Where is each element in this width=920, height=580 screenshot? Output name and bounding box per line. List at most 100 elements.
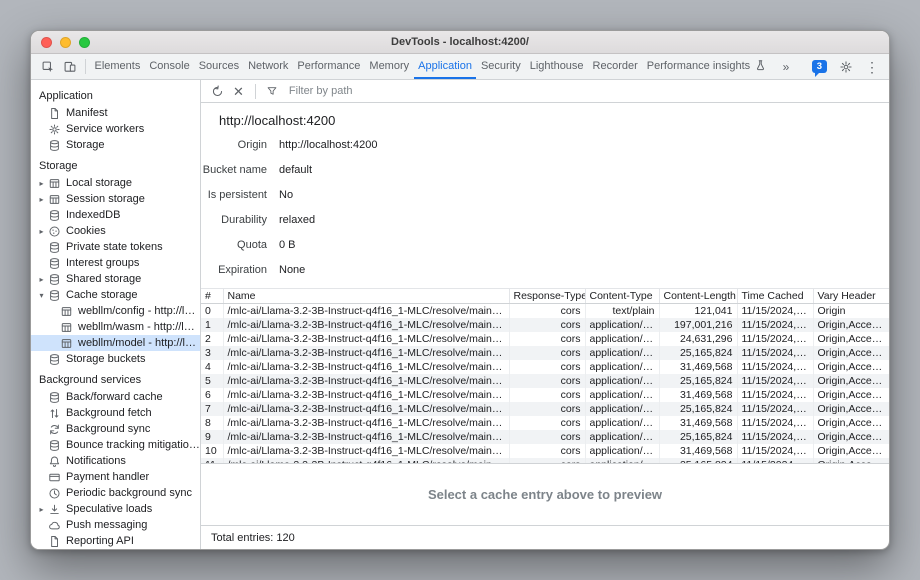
cell-name: /mlc-ai/Llama-3.2-3B-Instruct-q4f16_1-ML… [223, 374, 509, 388]
table-row[interactable]: 10/mlc-ai/Llama-3.2-3B-Instruct-q4f16_1-… [201, 444, 889, 458]
sidebar-item-service-workers[interactable]: Service workers [31, 121, 200, 137]
table-row[interactable]: 8/mlc-ai/Llama-3.2-3B-Instruct-q4f16_1-M… [201, 416, 889, 430]
sidebar-item-label: Private state tokens [66, 241, 163, 253]
cell-time-cached: 11/15/2024, 10… [737, 346, 813, 360]
tab-network[interactable]: Network [244, 54, 293, 79]
cell-content-type: application/oc… [585, 402, 659, 416]
sidebar-item-label: Local storage [66, 177, 132, 189]
clock-icon [47, 486, 62, 500]
tab-security[interactable]: Security [476, 54, 525, 79]
table-row[interactable]: 1/mlc-ai/Llama-3.2-3B-Instruct-q4f16_1-M… [201, 318, 889, 332]
settings-gear-icon[interactable] [837, 57, 855, 77]
table-row[interactable]: 9/mlc-ai/Llama-3.2-3B-Instruct-q4f16_1-M… [201, 430, 889, 444]
sidebar-item-background-sync[interactable]: Background sync [31, 421, 200, 437]
tab-lighthouse[interactable]: Lighthouse [525, 54, 588, 79]
column-header-content-type[interactable]: Content-Type [585, 289, 659, 304]
minimize-button[interactable] [60, 37, 71, 48]
table-row[interactable]: 6/mlc-ai/Llama-3.2-3B-Instruct-q4f16_1-M… [201, 388, 889, 402]
zoom-button[interactable] [79, 37, 90, 48]
cell-response-type: cors [509, 416, 585, 430]
column-header-name[interactable]: Name [223, 289, 509, 304]
tab-label: Recorder [593, 60, 638, 72]
sidebar-item-cookies[interactable]: ▸Cookies [31, 223, 200, 239]
chevron-right-icon[interactable]: ▸ [36, 195, 47, 204]
sidebar-item-periodic-background-sync[interactable]: Periodic background sync [31, 485, 200, 501]
kebab-menu-icon[interactable]: ⋮ [865, 60, 879, 74]
chevron-down-icon[interactable]: ▾ [36, 291, 47, 300]
filter-by-path-input[interactable] [289, 85, 469, 97]
cell-index: 3 [201, 346, 223, 360]
clear-icon[interactable]: ✕ [231, 85, 246, 98]
metadata-value: default [279, 164, 312, 176]
column-header-vary-header[interactable]: Vary Header [813, 289, 889, 304]
table-row[interactable]: 5/mlc-ai/Llama-3.2-3B-Instruct-q4f16_1-M… [201, 374, 889, 388]
sidebar-item-storage-buckets[interactable]: Storage buckets [31, 351, 200, 367]
sidebar-item-shared-storage[interactable]: ▸Shared storage [31, 271, 200, 287]
cell-response-type: cors [509, 444, 585, 458]
database-icon [47, 240, 62, 254]
inspect-icon[interactable] [37, 57, 59, 77]
tab-elements[interactable]: Elements [90, 54, 145, 79]
metadata-row-is-persistent: Is persistentNo [201, 182, 889, 207]
sidebar-item-reporting-api[interactable]: Reporting API [31, 533, 200, 549]
table-row[interactable]: 3/mlc-ai/Llama-3.2-3B-Instruct-q4f16_1-M… [201, 346, 889, 360]
cell-response-type: cors [509, 388, 585, 402]
tab-memory[interactable]: Memory [365, 54, 414, 79]
table-row[interactable]: 4/mlc-ai/Llama-3.2-3B-Instruct-q4f16_1-M… [201, 360, 889, 374]
device-toolbar-icon[interactable] [59, 57, 81, 77]
sidebar-item-push-messaging[interactable]: Push messaging [31, 517, 200, 533]
messages-badge[interactable]: 3 [812, 60, 827, 73]
sidebar-item-background-fetch[interactable]: Background fetch [31, 405, 200, 421]
chevron-right-icon[interactable]: ▸ [36, 179, 47, 188]
refresh-icon[interactable] [208, 81, 226, 101]
table-icon [47, 192, 62, 206]
sidebar-item-bounce-tracking-mitigations[interactable]: Bounce tracking mitigations [31, 437, 200, 453]
sidebar-item-indexeddb[interactable]: IndexedDB [31, 207, 200, 223]
column-header-content-length[interactable]: Content-Length [659, 289, 737, 304]
tab-application[interactable]: Application [414, 54, 477, 79]
cell-content-type: application/oc… [585, 388, 659, 402]
chevron-right-icon[interactable]: ▸ [36, 227, 47, 236]
table-row[interactable]: 7/mlc-ai/Llama-3.2-3B-Instruct-q4f16_1-M… [201, 402, 889, 416]
sidebar-item-notifications[interactable]: Notifications [31, 453, 200, 469]
sidebar-item-cache-storage[interactable]: ▾Cache storage [31, 287, 200, 303]
sidebar-item-webllm-model-http-loc[interactable]: webllm/model - http://loc… [31, 335, 200, 351]
devtools-tabbar: ElementsConsoleSourcesNetworkPerformance… [31, 54, 889, 80]
table-row[interactable]: 2/mlc-ai/Llama-3.2-3B-Instruct-q4f16_1-M… [201, 332, 889, 346]
table-row[interactable]: 0/mlc-ai/Llama-3.2-3B-Instruct-q4f16_1-M… [201, 304, 889, 318]
sidebar-item-label: Storage buckets [66, 353, 146, 365]
tab-sources[interactable]: Sources [194, 54, 243, 79]
sidebar-item-back-forward-cache[interactable]: Back/forward cache [31, 389, 200, 405]
sidebar-item-manifest[interactable]: Manifest [31, 105, 200, 121]
column-header-response-type[interactable]: Response-Type [509, 289, 585, 304]
payment-icon [47, 470, 62, 484]
sidebar-item-label: Background sync [66, 423, 150, 435]
chevron-right-icon[interactable]: ▸ [36, 505, 47, 514]
titlebar[interactable]: DevTools - localhost:4200/ [31, 31, 889, 54]
column-header-[interactable]: # [201, 289, 223, 304]
sidebar-item-storage[interactable]: Storage [31, 137, 200, 153]
sidebar-item-speculative-loads[interactable]: ▸Speculative loads [31, 501, 200, 517]
statusbar: Total entries: 120 [201, 525, 889, 549]
sidebar-item-private-state-tokens[interactable]: Private state tokens [31, 239, 200, 255]
more-tabs-icon[interactable]: » [777, 60, 796, 74]
close-button[interactable] [41, 37, 52, 48]
sidebar-item-interest-groups[interactable]: Interest groups [31, 255, 200, 271]
metadata-value: 0 B [279, 239, 296, 251]
cell-vary-header: Origin,Access… [813, 332, 889, 346]
column-header-time-cached[interactable]: Time Cached [737, 289, 813, 304]
cell-name: /mlc-ai/Llama-3.2-3B-Instruct-q4f16_1-ML… [223, 402, 509, 416]
chevron-right-icon[interactable]: ▸ [36, 275, 47, 284]
tab-performance-insights[interactable]: Performance insights [642, 54, 776, 79]
tab-console[interactable]: Console [145, 54, 194, 79]
sidebar-item-webllm-wasm-http-loca[interactable]: webllm/wasm - http://loca… [31, 319, 200, 335]
cell-vary-header: Origin [813, 304, 889, 318]
tab-performance[interactable]: Performance [293, 54, 365, 79]
metadata-value: None [279, 264, 305, 276]
sidebar-item-payment-handler[interactable]: Payment handler [31, 469, 200, 485]
tab-recorder[interactable]: Recorder [588, 54, 642, 79]
sidebar-item-local-storage[interactable]: ▸ Local storage [31, 175, 200, 191]
sidebar-item-webllm-config-http-loc[interactable]: webllm/config - http://loc… [31, 303, 200, 319]
sidebar-item-label: Notifications [66, 455, 126, 467]
sidebar-item-session-storage[interactable]: ▸Session storage [31, 191, 200, 207]
